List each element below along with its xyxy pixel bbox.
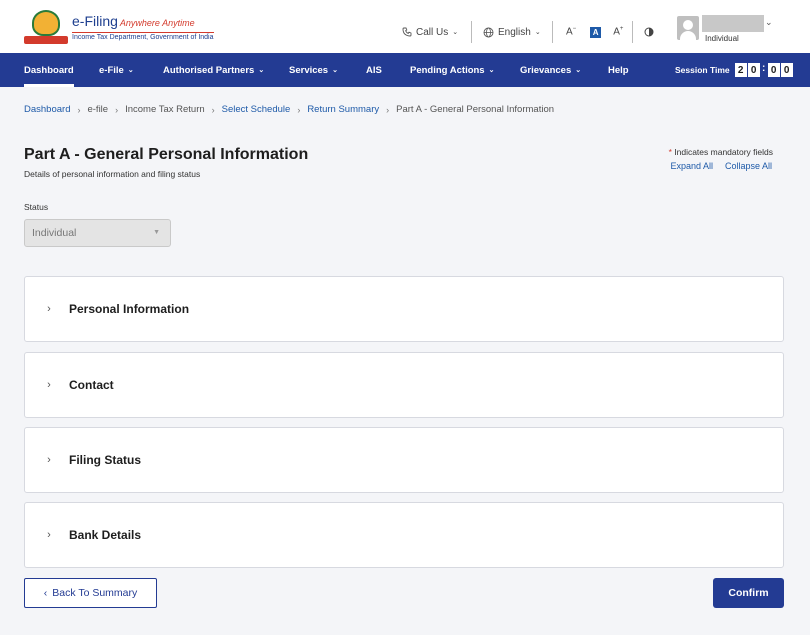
chevron-right-icon: ›: [47, 379, 51, 391]
username-redacted[interactable]: [702, 15, 764, 32]
section-title: Contact: [69, 378, 114, 392]
font-normal-label: A: [592, 27, 599, 37]
call-us-label: Call Us: [416, 26, 449, 38]
logo-tagline: Anywhere Anytime: [119, 17, 195, 28]
breadcrumb-income-tax-return: Income Tax Return: [125, 104, 205, 115]
efiling-logo[interactable]: e-Filing Anywhere Anytime Income Tax Depa…: [24, 10, 214, 44]
nav-label: Services: [289, 64, 329, 76]
page-subtitle: Details of personal information and fili…: [24, 169, 201, 179]
chevron-down-icon[interactable]: ⌄: [765, 17, 773, 28]
logo-subtitle: Income Tax Department, Government of Ind…: [72, 31, 214, 41]
font-decrease-button[interactable]: A−: [566, 26, 576, 37]
chevron-right-icon: ›: [47, 529, 51, 541]
section-bank-details[interactable]: › Bank Details: [24, 502, 784, 568]
nav-label: Authorised Partners: [163, 64, 255, 76]
language-label: English: [498, 26, 531, 38]
section-filing-status[interactable]: › Filing Status: [24, 427, 784, 493]
section-contact[interactable]: › Contact: [24, 352, 784, 418]
contrast-icon: [644, 27, 654, 37]
breadcrumb-dashboard[interactable]: Dashboard: [24, 104, 70, 115]
session-label: Session Time: [675, 65, 730, 75]
font-increase-label: A: [613, 26, 620, 38]
main-navbar: Dashboard e-File ⌄ Authorised Partners ⌄ S…: [0, 53, 810, 87]
chevron-right-icon: ›: [211, 104, 215, 115]
chevron-down-icon: ⌄: [452, 29, 459, 36]
chevron-down-icon: ⌄: [332, 67, 338, 74]
font-increase-button[interactable]: A+: [613, 26, 623, 37]
breadcrumb-current: Part A - General Personal Information: [396, 104, 555, 115]
font-decrease-label: A: [566, 26, 573, 38]
collapse-all-link[interactable]: Collapse All: [725, 161, 772, 171]
nav-item-ais[interactable]: AIS: [366, 53, 382, 87]
user-role: Individual: [705, 34, 739, 43]
expand-all-link[interactable]: Expand All: [670, 161, 713, 171]
confirm-button-label: Confirm: [728, 587, 769, 599]
nav-item-grievances[interactable]: Grievances ⌄: [520, 53, 581, 87]
status-value: Individual: [32, 227, 77, 239]
font-normal-button[interactable]: A: [590, 26, 602, 38]
call-us-menu[interactable]: Call Us ⌄: [402, 20, 458, 44]
session-timer: Session Time 2 0 : 0 0: [675, 53, 793, 87]
user-avatar[interactable]: [677, 16, 699, 40]
language-menu[interactable]: English ⌄: [483, 20, 541, 44]
chevron-right-icon: ›: [115, 104, 119, 115]
chevron-right-icon: ›: [47, 303, 51, 315]
nav-item-efile[interactable]: e-File ⌄: [99, 53, 134, 87]
status-label: Status: [24, 202, 49, 212]
chevron-right-icon: ›: [386, 104, 390, 115]
contrast-toggle[interactable]: [644, 20, 654, 44]
session-digit: 2: [734, 63, 747, 77]
nav-label: Dashboard: [24, 64, 74, 76]
nav-label: e-File: [99, 64, 124, 76]
logo-title: e-Filing: [72, 12, 118, 29]
section-personal-information[interactable]: › Personal Information: [24, 276, 784, 342]
mandatory-note-text: Indicates mandatory fields: [674, 147, 773, 157]
globe-icon: [483, 27, 494, 37]
breadcrumb: Dashboard › e-file › Income Tax Return ›…: [24, 104, 554, 115]
breadcrumb-efile: e-file: [87, 104, 109, 115]
nav-label: Help: [608, 64, 629, 76]
chevron-down-icon: ⌄: [127, 67, 134, 74]
phone-icon: [402, 27, 412, 37]
section-title: Personal Information: [69, 302, 190, 316]
session-digit: 0: [767, 63, 780, 77]
nav-label: AIS: [366, 64, 382, 76]
chevron-right-icon: ›: [77, 104, 81, 115]
section-title: Bank Details: [69, 528, 142, 542]
nav-item-help[interactable]: Help: [608, 53, 629, 87]
section-title: Filing Status: [69, 453, 141, 467]
chevron-right-icon: ›: [297, 104, 301, 115]
mandatory-note: * Indicates mandatory fields: [668, 147, 773, 157]
status-select[interactable]: Individual ▼: [24, 219, 171, 247]
page-title: Part A - General Personal Information: [24, 146, 309, 163]
back-button-label: Back To Summary: [52, 587, 138, 599]
nav-item-services[interactable]: Services ⌄: [289, 53, 338, 87]
nav-item-dashboard[interactable]: Dashboard: [24, 53, 74, 87]
nav-item-authorised-partners[interactable]: Authorised Partners ⌄: [163, 53, 264, 87]
session-digit: 0: [780, 63, 793, 77]
back-to-summary-button[interactable]: ‹ Back To Summary: [24, 578, 157, 608]
confirm-button[interactable]: Confirm: [713, 578, 784, 608]
session-digit: 0: [747, 63, 760, 77]
chevron-down-icon: ⌄: [258, 67, 265, 74]
nav-label: Pending Actions: [410, 64, 485, 76]
breadcrumb-select-schedule[interactable]: Select Schedule: [222, 104, 291, 115]
chevron-down-icon: ⌄: [534, 29, 541, 36]
emblem-icon: [24, 10, 68, 44]
chevron-down-icon: ⌄: [488, 67, 495, 74]
nav-label: Grievances: [520, 64, 572, 76]
top-header: e-Filing Anywhere Anytime Income Tax Depa…: [0, 0, 810, 53]
chevron-left-icon: ‹: [43, 587, 48, 599]
chevron-right-icon: ›: [47, 454, 51, 466]
dropdown-arrow-icon: ▼: [153, 229, 160, 236]
chevron-down-icon: ⌄: [575, 67, 582, 74]
breadcrumb-return-summary[interactable]: Return Summary: [307, 104, 379, 115]
nav-item-pending-actions[interactable]: Pending Actions ⌄: [410, 53, 494, 87]
